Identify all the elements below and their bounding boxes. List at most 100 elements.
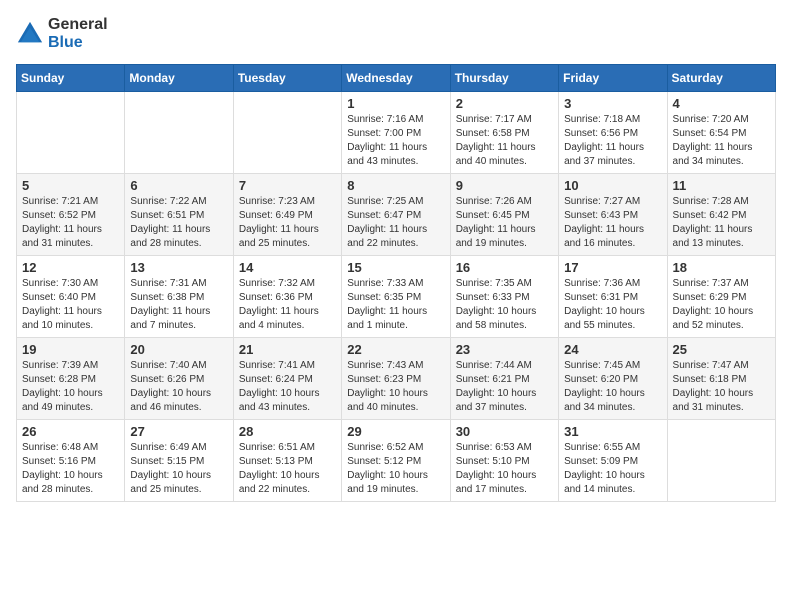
day-info: Sunrise: 7:47 AM <box>673 359 770 373</box>
day-info: Sunset: 6:54 PM <box>673 127 770 141</box>
calendar-day-cell <box>17 92 125 174</box>
day-number: 20 <box>130 342 227 357</box>
day-info: Daylight: 11 hours and 34 minutes. <box>673 141 770 169</box>
calendar-week-row: 12Sunrise: 7:30 AMSunset: 6:40 PMDayligh… <box>17 256 776 338</box>
day-info: Sunset: 6:58 PM <box>456 127 553 141</box>
day-info: Sunrise: 7:36 AM <box>564 277 661 291</box>
day-info: Daylight: 10 hours and 22 minutes. <box>239 469 336 497</box>
day-info: Daylight: 11 hours and 25 minutes. <box>239 223 336 251</box>
day-info: Daylight: 11 hours and 13 minutes. <box>673 223 770 251</box>
day-info: Sunset: 6:56 PM <box>564 127 661 141</box>
day-of-week-header: Wednesday <box>342 65 450 92</box>
day-number: 29 <box>347 424 444 439</box>
calendar-day-cell: 8Sunrise: 7:25 AMSunset: 6:47 PMDaylight… <box>342 174 450 256</box>
calendar-day-cell: 2Sunrise: 7:17 AMSunset: 6:58 PMDaylight… <box>450 92 558 174</box>
day-info: Sunrise: 7:20 AM <box>673 113 770 127</box>
day-number: 8 <box>347 178 444 193</box>
day-number: 18 <box>673 260 770 275</box>
logo-general: General <box>48 16 108 33</box>
calendar-day-cell: 11Sunrise: 7:28 AMSunset: 6:42 PMDayligh… <box>667 174 775 256</box>
calendar-day-cell: 14Sunrise: 7:32 AMSunset: 6:36 PMDayligh… <box>233 256 341 338</box>
day-info: Daylight: 11 hours and 16 minutes. <box>564 223 661 251</box>
day-info: Sunset: 7:00 PM <box>347 127 444 141</box>
day-info: Sunrise: 7:28 AM <box>673 195 770 209</box>
day-number: 15 <box>347 260 444 275</box>
day-number: 1 <box>347 96 444 111</box>
calendar-day-cell: 3Sunrise: 7:18 AMSunset: 6:56 PMDaylight… <box>559 92 667 174</box>
day-info: Sunrise: 7:37 AM <box>673 277 770 291</box>
day-info: Sunset: 6:52 PM <box>22 209 119 223</box>
calendar-day-cell: 5Sunrise: 7:21 AMSunset: 6:52 PMDaylight… <box>17 174 125 256</box>
day-info: Sunrise: 7:43 AM <box>347 359 444 373</box>
day-number: 25 <box>673 342 770 357</box>
calendar-day-cell: 26Sunrise: 6:48 AMSunset: 5:16 PMDayligh… <box>17 420 125 502</box>
day-info: Sunrise: 6:48 AM <box>22 441 119 455</box>
calendar-header-row: SundayMondayTuesdayWednesdayThursdayFrid… <box>17 65 776 92</box>
day-info: Daylight: 10 hours and 34 minutes. <box>564 387 661 415</box>
day-info: Daylight: 10 hours and 46 minutes. <box>130 387 227 415</box>
day-info: Sunrise: 7:32 AM <box>239 277 336 291</box>
calendar-day-cell: 12Sunrise: 7:30 AMSunset: 6:40 PMDayligh… <box>17 256 125 338</box>
day-info: Daylight: 11 hours and 28 minutes. <box>130 223 227 251</box>
day-number: 7 <box>239 178 336 193</box>
day-info: Sunset: 5:12 PM <box>347 455 444 469</box>
calendar-table: SundayMondayTuesdayWednesdayThursdayFrid… <box>16 64 776 502</box>
day-number: 13 <box>130 260 227 275</box>
day-info: Sunrise: 7:21 AM <box>22 195 119 209</box>
day-number: 30 <box>456 424 553 439</box>
day-info: Sunrise: 7:23 AM <box>239 195 336 209</box>
day-number: 2 <box>456 96 553 111</box>
page-header: General Blue <box>16 16 776 52</box>
day-info: Sunrise: 7:22 AM <box>130 195 227 209</box>
day-info: Daylight: 10 hours and 28 minutes. <box>22 469 119 497</box>
day-info: Daylight: 10 hours and 43 minutes. <box>239 387 336 415</box>
logo-blue: Blue <box>48 34 83 51</box>
day-of-week-header: Sunday <box>17 65 125 92</box>
day-info: Daylight: 11 hours and 4 minutes. <box>239 305 336 333</box>
day-info: Sunrise: 6:55 AM <box>564 441 661 455</box>
calendar-day-cell: 13Sunrise: 7:31 AMSunset: 6:38 PMDayligh… <box>125 256 233 338</box>
calendar-day-cell: 4Sunrise: 7:20 AMSunset: 6:54 PMDaylight… <box>667 92 775 174</box>
day-of-week-header: Saturday <box>667 65 775 92</box>
day-info: Sunset: 6:35 PM <box>347 291 444 305</box>
day-number: 17 <box>564 260 661 275</box>
day-info: Daylight: 11 hours and 43 minutes. <box>347 141 444 169</box>
day-info: Sunrise: 7:25 AM <box>347 195 444 209</box>
day-info: Sunset: 5:15 PM <box>130 455 227 469</box>
day-info: Sunrise: 7:30 AM <box>22 277 119 291</box>
day-info: Sunrise: 7:27 AM <box>564 195 661 209</box>
calendar-day-cell: 17Sunrise: 7:36 AMSunset: 6:31 PMDayligh… <box>559 256 667 338</box>
day-info: Sunrise: 7:26 AM <box>456 195 553 209</box>
day-info: Sunset: 6:51 PM <box>130 209 227 223</box>
day-info: Sunset: 6:43 PM <box>564 209 661 223</box>
day-info: Daylight: 10 hours and 58 minutes. <box>456 305 553 333</box>
day-info: Sunset: 5:09 PM <box>564 455 661 469</box>
calendar-day-cell: 16Sunrise: 7:35 AMSunset: 6:33 PMDayligh… <box>450 256 558 338</box>
calendar-day-cell: 21Sunrise: 7:41 AMSunset: 6:24 PMDayligh… <box>233 338 341 420</box>
day-number: 31 <box>564 424 661 439</box>
day-info: Sunrise: 7:16 AM <box>347 113 444 127</box>
calendar-week-row: 1Sunrise: 7:16 AMSunset: 7:00 PMDaylight… <box>17 92 776 174</box>
day-info: Daylight: 11 hours and 37 minutes. <box>564 141 661 169</box>
calendar-day-cell: 9Sunrise: 7:26 AMSunset: 6:45 PMDaylight… <box>450 174 558 256</box>
day-info: Sunset: 6:23 PM <box>347 373 444 387</box>
day-info: Sunset: 5:13 PM <box>239 455 336 469</box>
day-info: Daylight: 11 hours and 7 minutes. <box>130 305 227 333</box>
day-info: Sunrise: 7:31 AM <box>130 277 227 291</box>
day-number: 5 <box>22 178 119 193</box>
day-number: 12 <box>22 260 119 275</box>
day-info: Daylight: 10 hours and 52 minutes. <box>673 305 770 333</box>
day-info: Sunset: 6:47 PM <box>347 209 444 223</box>
calendar-day-cell: 22Sunrise: 7:43 AMSunset: 6:23 PMDayligh… <box>342 338 450 420</box>
day-number: 6 <box>130 178 227 193</box>
calendar-week-row: 19Sunrise: 7:39 AMSunset: 6:28 PMDayligh… <box>17 338 776 420</box>
calendar-day-cell: 10Sunrise: 7:27 AMSunset: 6:43 PMDayligh… <box>559 174 667 256</box>
day-number: 21 <box>239 342 336 357</box>
day-info: Daylight: 11 hours and 1 minute. <box>347 305 444 333</box>
day-info: Sunset: 6:24 PM <box>239 373 336 387</box>
day-info: Sunset: 6:49 PM <box>239 209 336 223</box>
day-info: Sunrise: 7:17 AM <box>456 113 553 127</box>
day-info: Sunrise: 6:53 AM <box>456 441 553 455</box>
calendar-day-cell: 15Sunrise: 7:33 AMSunset: 6:35 PMDayligh… <box>342 256 450 338</box>
day-number: 11 <box>673 178 770 193</box>
